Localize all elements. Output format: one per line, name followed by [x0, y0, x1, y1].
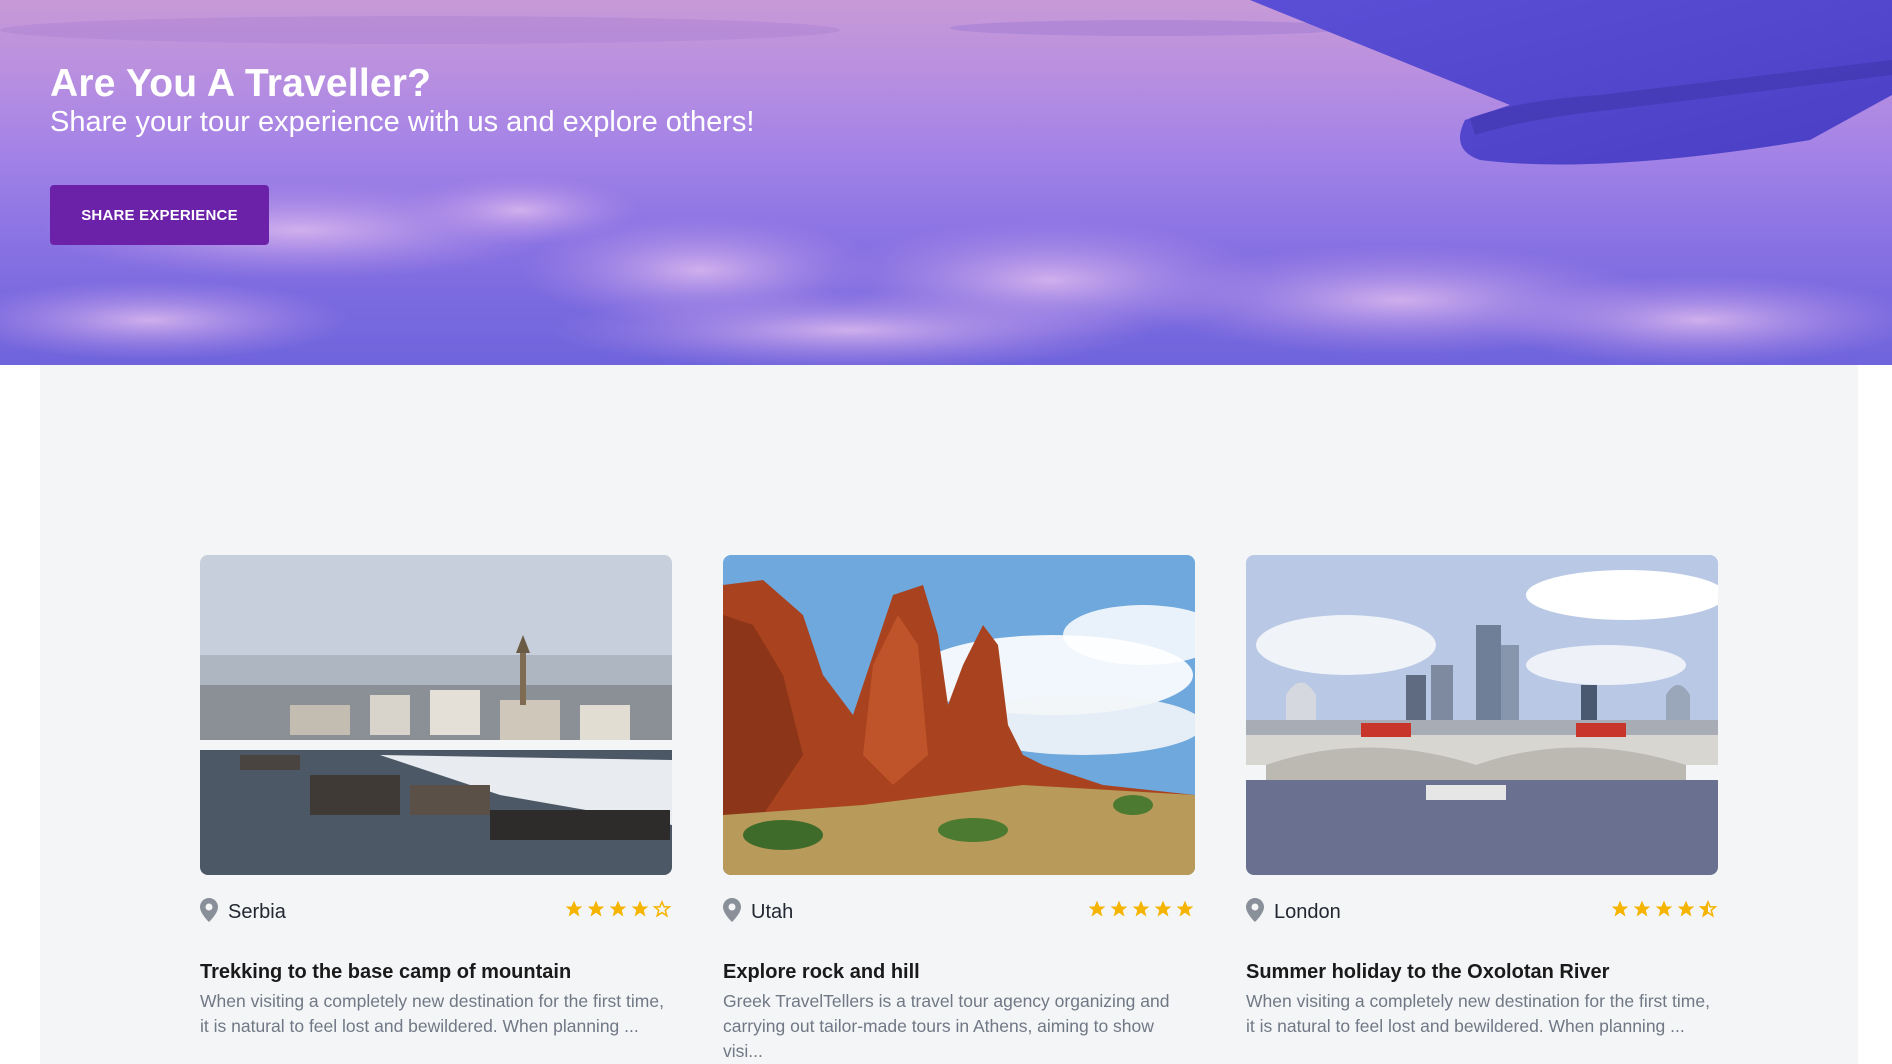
card-description: When visiting a completely new destinati…	[1246, 991, 1710, 1036]
card-title[interactable]: Explore rock and hill	[723, 959, 1195, 985]
hero-subtitle: Share your tour experience with us and e…	[50, 106, 755, 138]
star-full-icon	[1110, 900, 1128, 917]
card-description: Greek TravelTellers is a travel tour age…	[723, 991, 1170, 1061]
star-half-icon	[1698, 900, 1718, 918]
star-full-icon	[1154, 900, 1172, 917]
hero-background-image	[0, 0, 1892, 365]
hero-title: Are You A Traveller?	[50, 62, 432, 105]
card-title[interactable]: Summer holiday to the Oxolotan River	[1246, 959, 1718, 985]
star-full-icon	[1132, 900, 1150, 917]
star-full-icon	[1677, 900, 1695, 917]
location-pin-icon	[1246, 898, 1264, 922]
experience-image-serbia[interactable]	[200, 555, 672, 875]
card-title[interactable]: Trekking to the base camp of mountain	[200, 959, 672, 985]
experience-card[interactable]: London Summer holiday to the Oxolotan Ri…	[1236, 555, 1718, 1039]
star-full-icon	[1088, 900, 1106, 917]
star-full-icon	[565, 900, 583, 917]
star-full-icon	[587, 900, 605, 917]
star-full-icon	[1611, 900, 1629, 917]
experience-image-utah[interactable]	[723, 555, 1195, 875]
star-empty-icon	[652, 900, 672, 918]
card-location: Utah	[751, 900, 794, 923]
star-rating	[564, 899, 672, 919]
star-full-icon	[1633, 900, 1651, 917]
experience-list: Serbia Trekking to the base camp of moun…	[40, 365, 1858, 1064]
location-pin-icon	[723, 898, 741, 922]
experience-image-london[interactable]	[1246, 555, 1718, 875]
card-location: London	[1274, 900, 1341, 923]
star-rating	[1610, 899, 1718, 919]
card-description: When visiting a completely new destinati…	[200, 991, 664, 1036]
star-rating	[1087, 899, 1195, 919]
card-location: Serbia	[228, 900, 286, 923]
star-full-icon	[631, 900, 649, 917]
star-full-icon	[609, 900, 627, 917]
share-experience-button[interactable]: SHARE EXPERIENCE	[50, 185, 269, 245]
experience-card[interactable]: Utah Explore rock and hill Greek TravelT…	[713, 555, 1195, 1064]
star-full-icon	[1176, 900, 1194, 917]
experience-card[interactable]: Serbia Trekking to the base camp of moun…	[190, 555, 672, 1039]
location-pin-icon	[200, 898, 218, 922]
star-full-icon	[1655, 900, 1673, 917]
hero-banner: Are You A Traveller? Share your tour exp…	[0, 0, 1892, 365]
